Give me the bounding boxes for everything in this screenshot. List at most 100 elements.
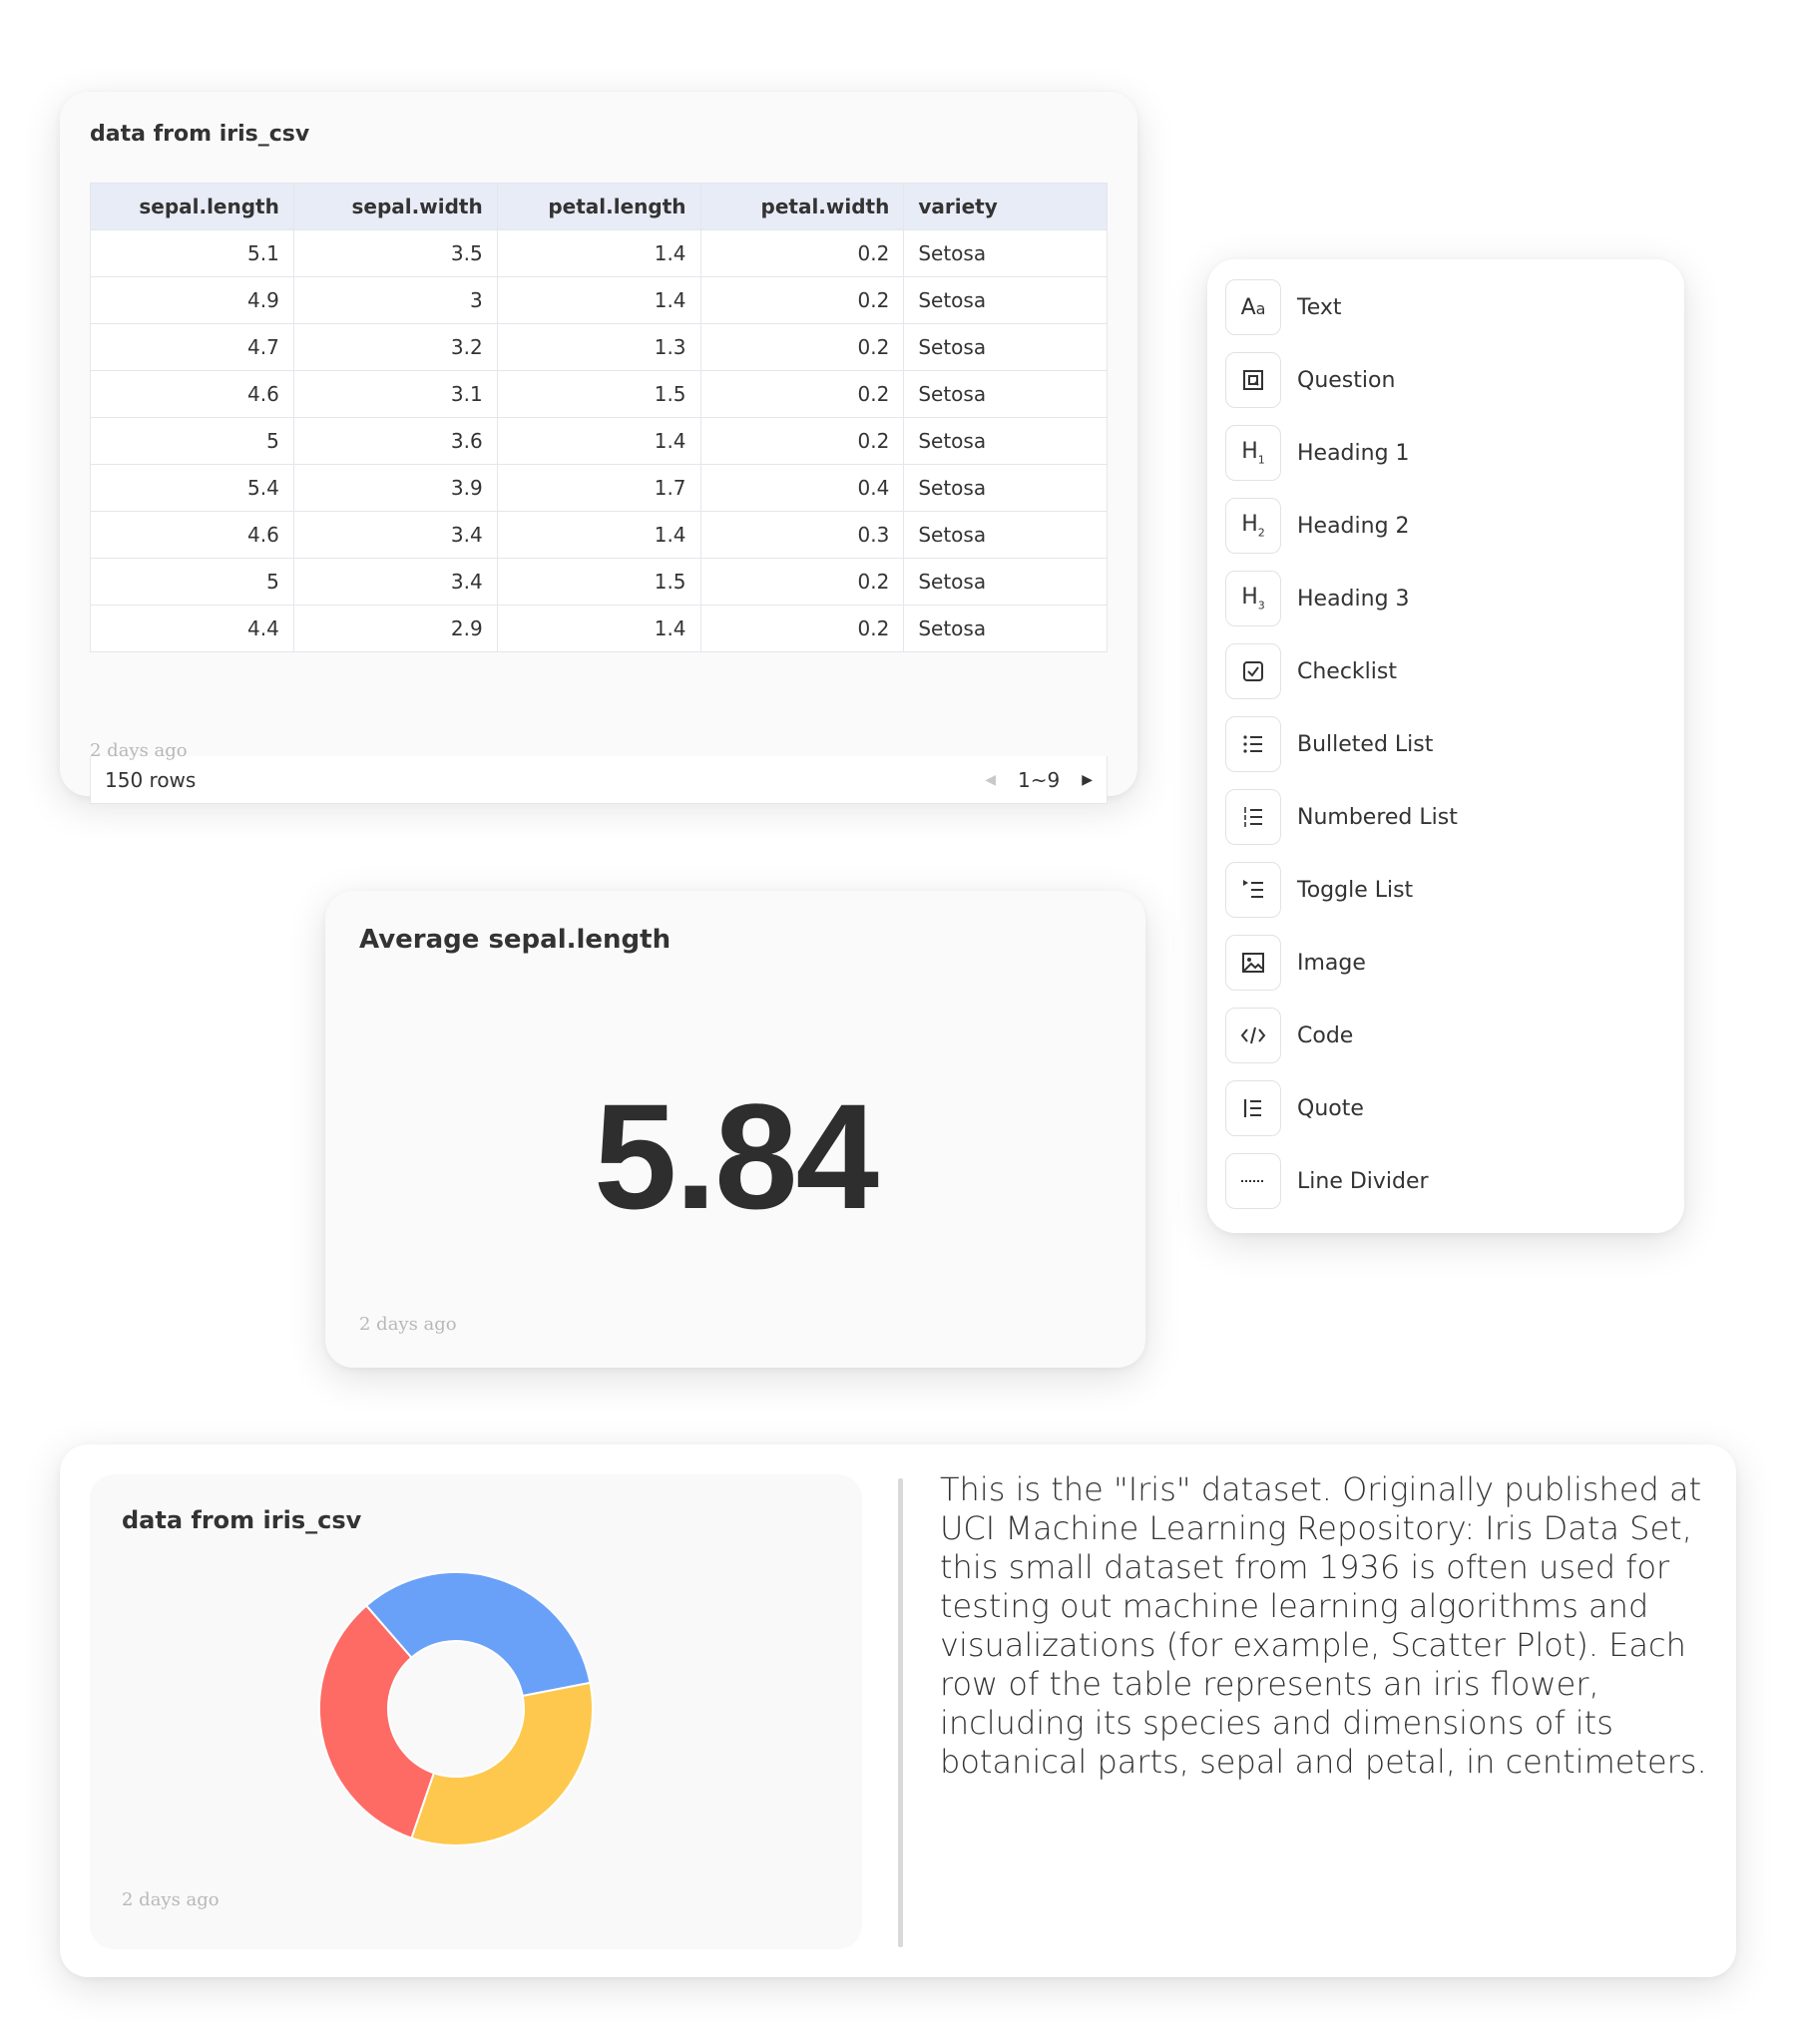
column-header[interactable]: sepal.width — [292, 183, 498, 230]
table-row: 4.9 3 1.4 0.2 Setosa — [90, 276, 1108, 324]
menu-item-quote[interactable]: Quote — [1225, 1080, 1364, 1136]
table-cell: Setosa — [903, 511, 1108, 559]
chart-description-card: data from iris_csv 2 days ago This is th… — [60, 1444, 1736, 1977]
table-cell: Setosa — [903, 370, 1108, 418]
numbered-list-icon — [1225, 789, 1281, 845]
menu-item-label: Checklist — [1297, 658, 1397, 684]
row-count: 150 rows — [105, 767, 197, 792]
line-divider-icon — [1225, 1153, 1281, 1209]
menu-item-label: Heading 2 — [1297, 513, 1410, 539]
table-cell: 4.6 — [90, 511, 294, 559]
metric-card: Average sepal.length 5.84 2 days ago — [325, 891, 1145, 1368]
table-card: data from iris_csv sepal.length sepal.wi… — [60, 92, 1137, 804]
menu-item-heading-3[interactable]: H3 Heading 3 — [1225, 571, 1410, 626]
heading3-icon: H3 — [1225, 571, 1281, 626]
checklist-icon — [1225, 643, 1281, 699]
donut-slice[interactable] — [410, 1681, 594, 1846]
menu-item-label: Bulleted List — [1297, 731, 1434, 757]
table-cell: Setosa — [903, 464, 1108, 512]
table-cell: 3.6 — [292, 417, 498, 465]
table-cell: 1.4 — [496, 417, 701, 465]
prev-page-icon[interactable]: ◀ — [985, 772, 996, 788]
table-cell: 0.2 — [699, 323, 905, 371]
metric-value: 5.84 — [594, 1072, 879, 1240]
page-range: 1~9 — [1018, 767, 1061, 792]
column-header[interactable]: petal.length — [496, 183, 701, 230]
menu-item-toggle-list[interactable]: Toggle List — [1225, 862, 1413, 918]
table-card-title: data from iris_csv — [90, 122, 310, 147]
timestamp: 2 days ago — [122, 1889, 220, 1910]
table-row: 4.7 3.2 1.3 0.2 Setosa — [90, 323, 1108, 371]
table-cell: 5 — [90, 417, 294, 465]
block-menu: Aa Text Question H1 Heading 1 H2 Heading… — [1207, 259, 1684, 1233]
chart-title: data from iris_csv — [122, 1506, 362, 1534]
menu-item-label: Line Divider — [1297, 1168, 1429, 1194]
menu-item-image[interactable]: Image — [1225, 935, 1366, 991]
table-cell: 1.5 — [496, 370, 701, 418]
column-header[interactable]: sepal.length — [90, 183, 294, 230]
table-cell: 1.4 — [496, 276, 701, 324]
table-cell: 2.9 — [292, 605, 498, 652]
table-row: 5 3.4 1.5 0.2 Setosa — [90, 558, 1108, 606]
bulleted-list-icon — [1225, 716, 1281, 772]
table-cell: 4.7 — [90, 323, 294, 371]
table-row: 4.4 2.9 1.4 0.2 Setosa — [90, 605, 1108, 652]
menu-item-line-divider[interactable]: Line Divider — [1225, 1153, 1429, 1209]
menu-item-numbered-list[interactable]: Numbered List — [1225, 789, 1458, 845]
quote-icon — [1225, 1080, 1281, 1136]
menu-item-question[interactable]: Question — [1225, 352, 1395, 408]
donut-slice[interactable] — [364, 1571, 592, 1698]
table-cell: 5 — [90, 558, 294, 606]
table-cell: 0.4 — [699, 464, 905, 512]
table-cell: 1.4 — [496, 229, 701, 277]
menu-item-text[interactable]: Aa Text — [1225, 279, 1342, 335]
dataset-description: This is the "Iris" dataset. Originally p… — [940, 1470, 1707, 1781]
timestamp: 2 days ago — [90, 740, 188, 761]
table-cell: 0.2 — [699, 605, 905, 652]
menu-item-label: Image — [1297, 950, 1366, 976]
image-icon — [1225, 935, 1281, 991]
menu-item-code[interactable]: Code — [1225, 1008, 1353, 1063]
menu-item-label: Code — [1297, 1022, 1354, 1048]
table-cell: 5.4 — [90, 464, 294, 512]
table-cell: 3.5 — [292, 229, 498, 277]
table-cell: 0.2 — [699, 229, 905, 277]
table-row: 5.4 3.9 1.7 0.4 Setosa — [90, 464, 1108, 512]
table-cell: Setosa — [903, 229, 1108, 277]
table-cell: 0.2 — [699, 370, 905, 418]
table-cell: 3.2 — [292, 323, 498, 371]
menu-item-heading-1[interactable]: H1 Heading 1 — [1225, 425, 1410, 481]
menu-item-label: Numbered List — [1297, 804, 1458, 830]
menu-item-label: Toggle List — [1297, 877, 1414, 903]
menu-item-checklist[interactable]: Checklist — [1225, 643, 1397, 699]
table-row: 5.1 3.5 1.4 0.2 Setosa — [90, 229, 1108, 277]
menu-item-heading-2[interactable]: H2 Heading 2 — [1225, 498, 1410, 554]
menu-item-label: Question — [1297, 367, 1396, 393]
table-cell: Setosa — [903, 605, 1108, 652]
table-cell: 3.9 — [292, 464, 498, 512]
table-cell: 1.5 — [496, 558, 701, 606]
next-page-icon[interactable]: ▶ — [1082, 772, 1093, 788]
table-cell: 0.2 — [699, 417, 905, 465]
table-cell: 0.2 — [699, 558, 905, 606]
table-cell: Setosa — [903, 417, 1108, 465]
column-header[interactable]: variety — [903, 183, 1108, 230]
column-header[interactable]: petal.width — [699, 183, 905, 230]
menu-item-label: Heading 3 — [1297, 586, 1410, 612]
menu-item-label: Quote — [1297, 1095, 1364, 1121]
table-cell: Setosa — [903, 558, 1108, 606]
table-row: 4.6 3.1 1.5 0.2 Setosa — [90, 370, 1108, 418]
table-cell: 3.1 — [292, 370, 498, 418]
table-cell: 1.3 — [496, 323, 701, 371]
table-cell: 3 — [292, 276, 498, 324]
text-icon: Aa — [1225, 279, 1281, 335]
menu-item-bulleted-list[interactable]: Bulleted List — [1225, 716, 1433, 772]
table-cell: Setosa — [903, 276, 1108, 324]
chart-panel: data from iris_csv 2 days ago — [90, 1474, 862, 1949]
table-cell: 3.4 — [292, 558, 498, 606]
table-cell: Setosa — [903, 323, 1108, 371]
table-cell: 0.3 — [699, 511, 905, 559]
table-cell: 4.9 — [90, 276, 294, 324]
table-cell: 5.1 — [90, 229, 294, 277]
table-cell: 3.4 — [292, 511, 498, 559]
